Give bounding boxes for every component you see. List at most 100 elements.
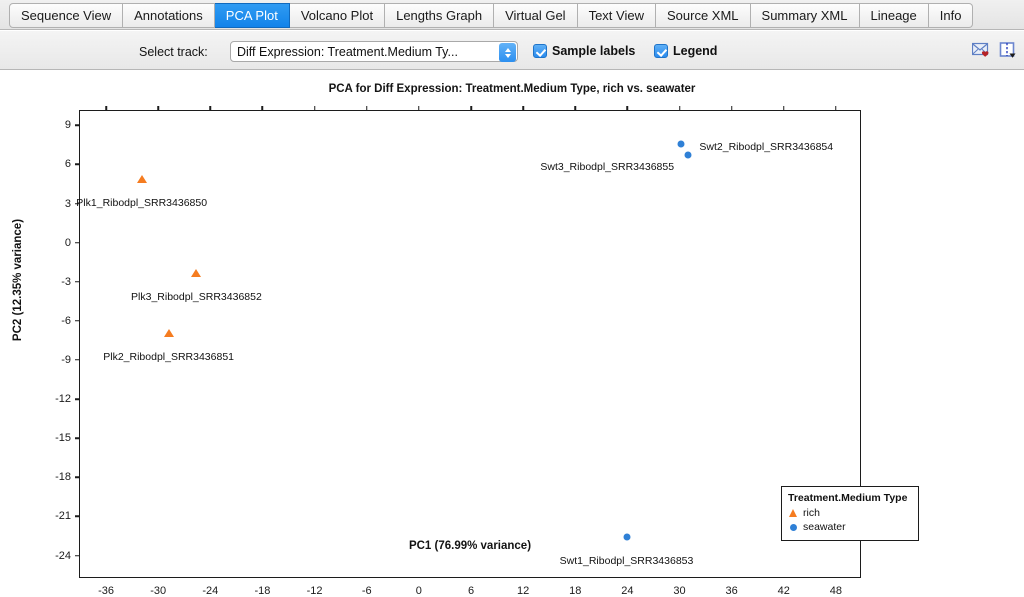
tab-label: Lineage (870, 8, 917, 23)
tab-label: Source XML (666, 8, 739, 23)
legend-entry: rich (788, 506, 912, 520)
y-axis-tick-label: -6 (61, 314, 71, 327)
x-axis-tick-label: -36 (98, 585, 115, 597)
x-axis-tick-label: 0 (415, 585, 422, 597)
chevron-up-icon (504, 47, 511, 52)
x-axis-tick-label: 48 (829, 585, 843, 597)
x-axis-tick-mark (418, 106, 420, 111)
tab-summary-xml[interactable]: Summary XML (750, 3, 860, 28)
tab-text-view[interactable]: Text View (577, 3, 656, 28)
tab-lengths-graph[interactable]: Lengths Graph (385, 3, 495, 28)
x-axis-tick-label: 30 (673, 585, 686, 597)
tab-label: Sequence View (21, 8, 112, 23)
tab-bar: Sequence View Annotations PCA Plot Volcano … (0, 0, 1024, 30)
tab-label: Summary XML (761, 8, 848, 23)
sample-labels-checkbox[interactable]: Sample labels (533, 44, 635, 58)
data-point-label: Plk3_Ribodpl_SRR3436852 (131, 290, 262, 303)
y-axis-tick-label: -21 (55, 510, 71, 523)
tab-label: Annotations (134, 8, 203, 23)
x-axis-tick-label: 18 (569, 585, 582, 597)
y-axis-tick-label: -3 (61, 275, 71, 288)
x-axis-tick-mark (783, 106, 785, 111)
x-axis-tick-mark (835, 106, 837, 111)
y-axis-tick-label: -12 (55, 393, 71, 406)
chart-title: PCA for Diff Expression: Treatment.Mediu… (328, 83, 696, 95)
checkmark-icon (654, 44, 668, 58)
x-axis-tick-mark (730, 106, 733, 111)
x-axis-label: PC1 (76.99% variance) (408, 540, 532, 552)
y-axis-label: PC2 (12.35% variance) (12, 218, 24, 342)
x-axis-tick-label: 36 (725, 585, 738, 597)
pca-chart: PCA for Diff Expression: Treatment.Mediu… (0, 70, 1024, 597)
tab-source-xml[interactable]: Source XML (655, 3, 751, 28)
x-axis-tick-mark (105, 106, 107, 111)
tab-virtual-gel[interactable]: Virtual Gel (494, 3, 578, 28)
data-point-marker[interactable] (136, 174, 147, 183)
data-point-marker[interactable] (163, 328, 174, 337)
x-axis-tick-mark (678, 106, 681, 111)
legend-entry: seawater (788, 520, 912, 534)
sample-labels-checkbox-label: Sample labels (552, 44, 636, 58)
tab-pca-plot[interactable]: PCA Plot (214, 3, 290, 28)
data-point-marker[interactable] (191, 268, 202, 277)
x-axis-tick-label: 24 (621, 585, 634, 597)
x-axis-tick-label: -6 (361, 585, 372, 597)
x-axis-tick-label: -30 (150, 585, 167, 597)
data-point-label: Plk2_Ribodpl_SRR3436851 (103, 350, 235, 363)
data-point-label: Swt1_Ribodpl_SRR3436853 (559, 555, 694, 568)
track-select[interactable]: Diff Expression: Treatment.Medium Ty... (230, 41, 518, 62)
chart-legend: Treatment.Medium Type rich seawater (781, 486, 919, 541)
tab-label: Lengths Graph (396, 8, 483, 23)
legend-checkbox[interactable]: Legend (654, 44, 717, 58)
data-point-label: Swt3_Ribodpl_SRR3436855 (540, 161, 675, 174)
legend-entry-label: rich (803, 507, 820, 519)
x-axis-tick-label: -12 (306, 585, 323, 597)
select-track-label: Select track: (139, 45, 208, 59)
tab-info[interactable]: Info (928, 3, 974, 28)
x-axis-tick-mark (365, 106, 368, 111)
x-axis-tick-mark (574, 106, 577, 111)
x-axis-tick-mark (313, 106, 316, 111)
x-axis-tick-label: -18 (254, 585, 271, 597)
legend-entry-label: seawater (803, 521, 846, 533)
y-axis-tick-label: 9 (64, 119, 71, 132)
tab-lineage[interactable]: Lineage (859, 3, 929, 28)
x-axis-tick-label: -24 (202, 585, 219, 597)
y-axis-tick-label: -9 (61, 353, 71, 366)
y-axis-tick-label: 0 (64, 236, 71, 249)
x-axis-tick-label: 12 (517, 585, 530, 597)
x-axis-tick-mark (261, 106, 264, 111)
chevron-down-icon (504, 53, 511, 58)
tab-label: Volcano Plot (300, 8, 374, 23)
x-axis-tick-mark (626, 106, 629, 111)
legend-triangle-icon (789, 509, 797, 517)
tab-volcano-plot[interactable]: Volcano Plot (289, 3, 386, 28)
checkmark-icon (533, 44, 547, 58)
y-axis-tick-label: -18 (55, 471, 71, 484)
x-axis-tick-mark (470, 106, 472, 111)
tab-annotations[interactable]: Annotations (123, 3, 215, 28)
tab-label: PCA Plot (225, 8, 278, 23)
data-point-marker[interactable] (677, 140, 685, 148)
x-axis-tick-mark (157, 106, 159, 111)
x-axis-tick-label: 42 (777, 585, 790, 597)
data-point-label: Plk1_Ribodpl_SRR3436850 (76, 196, 208, 209)
y-axis-tick-label: -24 (55, 549, 71, 562)
x-axis-tick-mark (522, 106, 524, 111)
tab-label: Virtual Gel (505, 8, 566, 23)
x-axis-tick-label: 6 (467, 585, 475, 597)
chevron-updown-icon[interactable] (499, 43, 516, 62)
tab-label: Text View (588, 8, 644, 23)
plot-area[interactable]: 9 6 3 0 -3 -6 -9 -12 -15 -18 -21 -24 -36 -30 -24 -18 -12… (55, 106, 861, 597)
y-axis-tick-label: 6 (64, 158, 71, 171)
tab-sequence-view[interactable]: Sequence View (9, 3, 124, 28)
data-point-label: Swt2_Ribodpl_SRR3436854 (699, 140, 834, 153)
export-icon[interactable] (999, 42, 1019, 60)
y-axis-tick-label: -15 (55, 432, 71, 445)
mail-icon[interactable] (971, 42, 992, 60)
data-point-marker[interactable] (684, 151, 692, 159)
track-select-value: Diff Expression: Treatment.Medium Ty... (237, 44, 458, 59)
legend-title: Treatment.Medium Type (788, 492, 908, 504)
legend-checkbox-label: Legend (673, 44, 718, 58)
tab-label: Info (939, 8, 962, 23)
